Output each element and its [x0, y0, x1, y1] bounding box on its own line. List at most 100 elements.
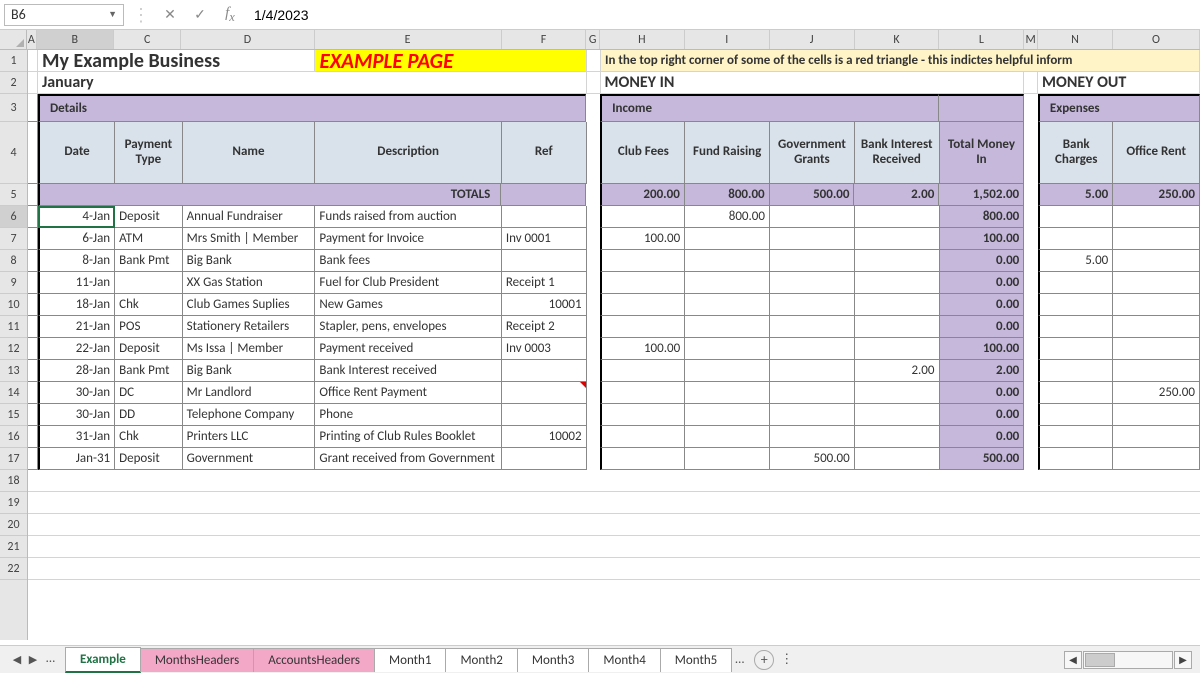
cell-ref[interactable]: Receipt 2 [502, 316, 587, 338]
cell-gov-grants[interactable] [770, 426, 855, 448]
cell-name[interactable]: XX Gas Station [183, 272, 316, 294]
cell-gov-grants[interactable] [770, 360, 855, 382]
cell[interactable] [587, 338, 601, 360]
cell[interactable] [1024, 294, 1038, 316]
cell-description[interactable]: Stapler, pens, envelopes [315, 316, 501, 338]
col-ref[interactable]: Ref [502, 122, 587, 184]
cell[interactable] [28, 448, 38, 470]
scroll-thumb[interactable] [1085, 653, 1115, 667]
cell-name[interactable]: Club Games Suplies [183, 294, 316, 316]
col-bank-interest[interactable]: Bank Interest Received [855, 122, 940, 184]
cell-bank-charges[interactable] [1038, 338, 1113, 360]
cell-payment-type[interactable]: DD [115, 404, 183, 426]
cell-office-rent[interactable] [1113, 206, 1200, 228]
cell-name[interactable]: Annual Fundraiser [183, 206, 316, 228]
cell-club-fees[interactable] [600, 250, 685, 272]
cell[interactable] [1024, 250, 1038, 272]
cell-fund-raising[interactable] [685, 404, 770, 426]
col-header[interactable]: O [1113, 30, 1200, 49]
cell-office-rent[interactable] [1113, 404, 1200, 426]
row-header[interactable]: 18 [0, 470, 27, 492]
cell-total-money-in[interactable]: 0.00 [940, 294, 1025, 316]
add-sheet-icon[interactable]: + [754, 650, 774, 670]
cell[interactable] [28, 360, 38, 382]
cell[interactable] [1024, 426, 1038, 448]
col-description[interactable]: Description [315, 122, 502, 184]
cell-ref[interactable] [502, 206, 587, 228]
example-page-banner[interactable]: EXAMPLE PAGE [315, 50, 587, 72]
row-header[interactable]: 3 [0, 94, 27, 122]
row-header[interactable]: 11 [0, 316, 27, 338]
cell-date[interactable]: 30-Jan [38, 404, 115, 426]
row-header[interactable]: 15 [0, 404, 27, 426]
row-header[interactable]: 16 [0, 426, 27, 448]
cell-name[interactable]: Mr Landlord [183, 382, 316, 404]
cell[interactable] [28, 184, 38, 206]
cell-bank-charges[interactable] [1038, 448, 1113, 470]
tab-month2[interactable]: Month2 [445, 648, 517, 672]
row-header[interactable]: 2 [0, 72, 27, 94]
col-header[interactable]: K [855, 30, 940, 49]
cell-ref[interactable]: Inv 0001 [502, 228, 587, 250]
col-gov-grants[interactable]: Government Grants [770, 122, 855, 184]
cell[interactable] [1024, 228, 1038, 250]
cell[interactable] [587, 382, 601, 404]
cell-bank-interest[interactable] [855, 426, 940, 448]
cell-bank-charges[interactable] [1038, 426, 1113, 448]
col-header[interactable]: L [939, 30, 1024, 49]
col-header[interactable]: A [27, 30, 37, 49]
total-gov-grants[interactable]: 500.00 [770, 184, 855, 206]
cell-payment-type[interactable]: DC [115, 382, 183, 404]
expenses-header[interactable]: Expenses [1038, 94, 1200, 122]
cell-bank-charges[interactable] [1038, 294, 1113, 316]
cell-bank-charges[interactable] [1038, 404, 1113, 426]
row-header[interactable]: 1 [0, 50, 27, 72]
cell-fund-raising[interactable] [685, 382, 770, 404]
col-header[interactable]: N [1038, 30, 1113, 49]
cell-office-rent[interactable] [1113, 448, 1200, 470]
cell-total-money-in[interactable]: 0.00 [940, 426, 1025, 448]
row-header[interactable]: 14 [0, 382, 27, 404]
money-in-heading[interactable]: MONEY IN [601, 72, 1025, 94]
tab-ellipsis[interactable]: … [42, 651, 59, 669]
cell-office-rent[interactable] [1113, 360, 1200, 382]
cell-name[interactable]: Printers LLC [183, 426, 316, 448]
horizontal-scrollbar[interactable]: ◀ ▶ [1064, 651, 1196, 669]
cell[interactable] [28, 122, 38, 184]
cell[interactable] [587, 228, 601, 250]
money-out-heading[interactable]: MONEY OUT [1038, 72, 1200, 94]
cell-total-money-in[interactable]: 500.00 [940, 448, 1025, 470]
cell-gov-grants[interactable]: 500.00 [770, 448, 855, 470]
cell-name[interactable]: Mrs Smith | Member [183, 228, 316, 250]
cell-total-money-in[interactable]: 0.00 [940, 272, 1025, 294]
name-box[interactable]: B6 ▼ [4, 4, 124, 26]
totals-label[interactable]: TOTALS [38, 184, 501, 206]
cell-gov-grants[interactable] [770, 228, 855, 250]
cell[interactable] [1024, 360, 1038, 382]
cell-club-fees[interactable] [600, 382, 685, 404]
total-fund-raising[interactable]: 800.00 [685, 184, 770, 206]
cell-ref[interactable] [502, 404, 587, 426]
cell-fund-raising[interactable] [685, 316, 770, 338]
cell-gov-grants[interactable] [770, 206, 855, 228]
cell-description[interactable]: Payment for Invoice [315, 228, 501, 250]
scroll-track[interactable] [1083, 651, 1173, 669]
cell-office-rent[interactable] [1113, 316, 1200, 338]
cell-total-money-in[interactable]: 800.00 [940, 206, 1025, 228]
cell[interactable] [586, 94, 600, 122]
cell[interactable] [1024, 94, 1038, 122]
cell-date[interactable]: 22-Jan [38, 338, 115, 360]
cell[interactable] [28, 338, 38, 360]
cell-description[interactable]: Phone [315, 404, 501, 426]
cell-payment-type[interactable]: Bank Pmt [115, 360, 183, 382]
tab-more[interactable]: … [731, 652, 748, 667]
cell-name[interactable]: Telephone Company [183, 404, 316, 426]
cell-total-money-in[interactable]: 100.00 [940, 338, 1025, 360]
cells-area[interactable]: My Example Business EXAMPLE PAGE In the … [28, 50, 1200, 640]
cell[interactable] [28, 72, 38, 94]
cell-total-money-in[interactable]: 0.00 [940, 382, 1025, 404]
cell-ref[interactable]: 10001 [502, 294, 587, 316]
cell[interactable] [1024, 448, 1038, 470]
tab-nav-prev-icon[interactable]: ◀ [10, 651, 24, 669]
cell-office-rent[interactable] [1113, 228, 1200, 250]
